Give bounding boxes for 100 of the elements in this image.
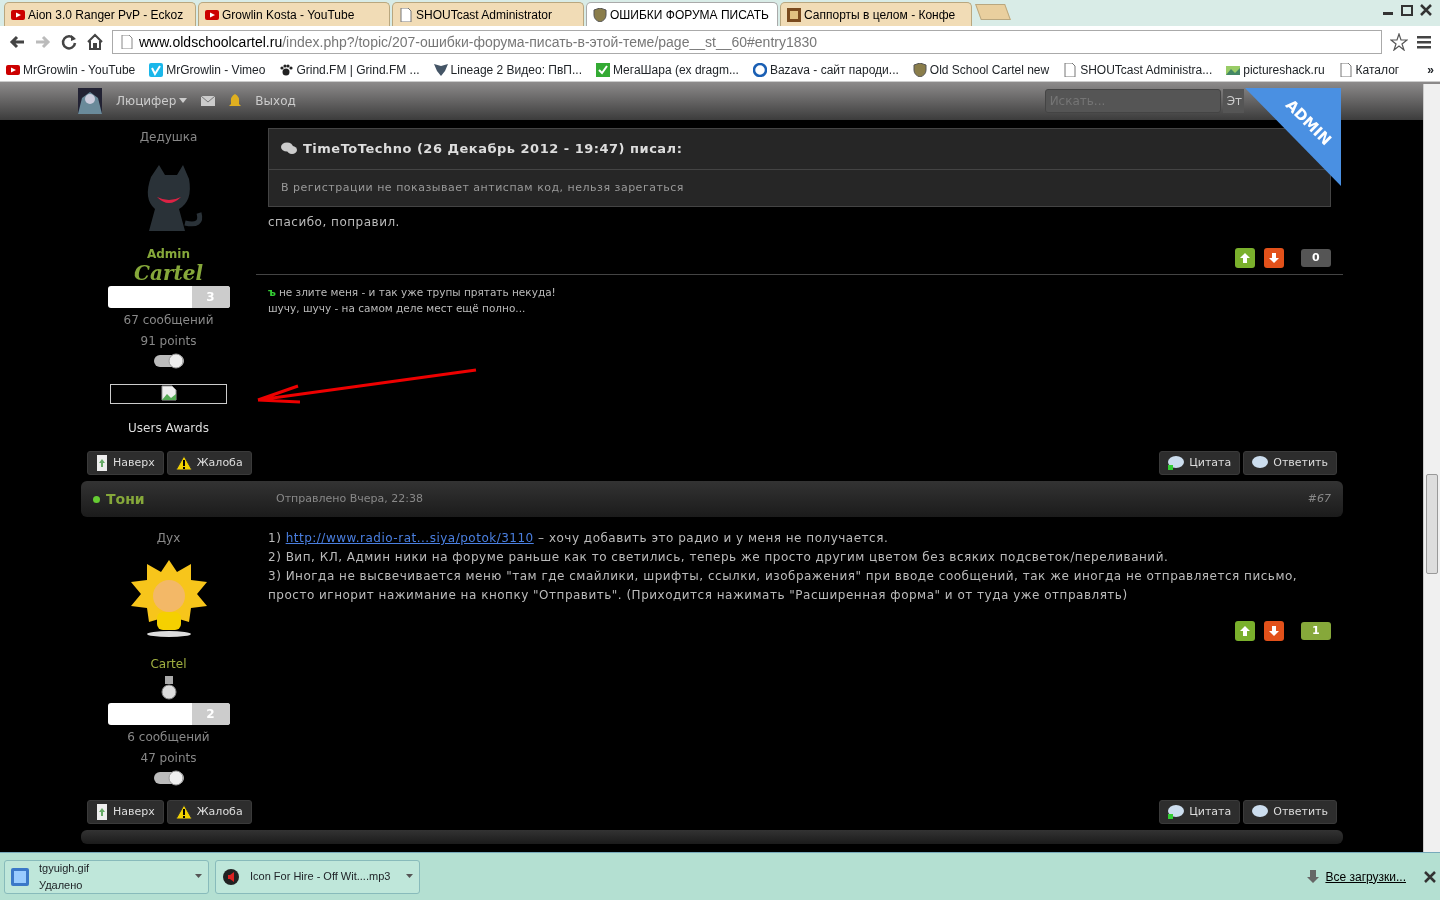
browser-tab[interactable]: ОШИБКИ ФОРУМА ПИСАТЬ xyxy=(586,2,778,26)
page-icon xyxy=(121,35,133,49)
down-arrow-icon xyxy=(1269,626,1279,636)
reply-button[interactable]: Ответить xyxy=(1243,800,1337,824)
browser-tab[interactable]: Aion 3.0 Ranger PvP - Eckoz xyxy=(4,2,196,26)
post-text: 2) Вип, КЛ, Админ ники на форуме раньше как то светились, теперь же просто другим цветом без всяких подсветок/переливаний. xyxy=(268,549,1170,566)
awards-label[interactable]: Users Awards xyxy=(128,419,209,437)
quote-button[interactable]: Цитата xyxy=(1159,800,1241,824)
report-button[interactable]: Жалоба xyxy=(166,451,252,475)
bookmark[interactable]: SHOUTcast Administra... xyxy=(1063,60,1213,79)
vote-up-button[interactable] xyxy=(1235,248,1255,268)
restore-icon[interactable] xyxy=(1399,2,1415,18)
points-count: 47 points xyxy=(140,750,197,767)
reload-icon[interactable] xyxy=(60,33,78,51)
file-name: Icon For Hire - Off Wit....mp3 xyxy=(250,869,392,885)
quote-text: В регистрации не показывает антиспам код, нельзя зарегаться xyxy=(280,179,685,196)
bookmark[interactable]: Grind.FM | Grind.FM ... xyxy=(279,60,420,79)
post-count: 6 сообщений xyxy=(127,729,210,746)
download-item[interactable]: tgyuigh.gif Удалено xyxy=(4,859,209,894)
bookmark[interactable]: MrGrowlin - YouTube xyxy=(6,60,136,79)
video-play-icon xyxy=(205,7,219,22)
user-menu[interactable]: Люцифер xyxy=(116,92,188,110)
bookmark[interactable]: Bazava - сайт пароди... xyxy=(752,60,899,79)
page-icon xyxy=(399,7,413,22)
signature-mark: ъ xyxy=(268,286,276,298)
more-bookmarks-button[interactable]: » xyxy=(1427,60,1434,79)
search-scope-button[interactable]: Эт xyxy=(1222,89,1244,113)
member-title: Дух xyxy=(156,530,181,547)
up-arrow-icon xyxy=(1240,253,1250,263)
caret-icon xyxy=(195,874,202,879)
home-icon[interactable] xyxy=(86,33,104,51)
page-icon xyxy=(1338,62,1353,77)
speech-bubbles-icon xyxy=(281,142,297,156)
report-button[interactable]: Жалоба xyxy=(166,800,252,824)
bookmark[interactable]: pictureshack.ru xyxy=(1226,60,1325,79)
back-arrow-icon[interactable] xyxy=(8,33,26,51)
close-icon[interactable] xyxy=(1424,870,1436,883)
member-title: Дедушка xyxy=(139,129,198,146)
reply-button[interactable]: Ответить xyxy=(1243,451,1337,475)
audio-file-icon xyxy=(222,867,240,886)
all-downloads-link[interactable]: Все загрузки... xyxy=(1325,867,1406,886)
video-play-icon xyxy=(11,7,25,22)
back-to-top-button[interactable]: Наверх xyxy=(87,451,164,475)
quote-button[interactable]: Цитата xyxy=(1159,451,1241,475)
medal-icon xyxy=(160,676,177,700)
speech-bubble-icon xyxy=(1168,456,1185,470)
bookmark[interactable]: МегаШара (ex dragm... xyxy=(595,60,739,79)
vote-down-button[interactable] xyxy=(1264,621,1284,641)
caret-icon xyxy=(179,98,188,104)
post-count: 67 сообщений xyxy=(123,312,214,329)
post-text: спасибо, поправил. xyxy=(268,214,401,231)
paw-icon xyxy=(279,62,294,77)
page-up-icon xyxy=(96,455,108,471)
page-icon xyxy=(1063,62,1078,77)
speech-bubble-icon xyxy=(1168,805,1185,819)
vote-down-button[interactable] xyxy=(1264,248,1284,268)
vote-up-button[interactable] xyxy=(1235,621,1255,641)
points-count: 91 points xyxy=(140,333,197,350)
group-name: Cartel xyxy=(150,656,187,673)
circle-logo-icon xyxy=(752,62,767,77)
warning-icon xyxy=(175,456,192,470)
square-logo-icon xyxy=(787,7,801,22)
file-name: tgyuigh.gif xyxy=(39,861,91,876)
mail-icon[interactable] xyxy=(201,96,216,106)
video-play-icon xyxy=(6,62,20,77)
author-name[interactable]: Тони xyxy=(106,488,276,510)
link[interactable]: http://www.radio-rat...siya/potok/3110 xyxy=(285,531,534,545)
v-logo-icon xyxy=(149,62,164,77)
broken-image-icon xyxy=(160,385,177,401)
scrollbar[interactable] xyxy=(1423,84,1440,852)
post-text: 3) Иногда не высвечивается меню "там где смайлики, шрифты, ссылки, изображения" при вводе сообщений, так же иногда не отправляется письмо, просто игнорит нажимание на кнопку "Отправить". (Приходится нажимать "Расширенная форма" и от туда уже отправлять) xyxy=(268,568,1299,604)
shield-icon xyxy=(912,62,927,77)
back-to-top-button[interactable]: Наверх xyxy=(87,800,164,824)
address-field[interactable]: www.oldschoolcartel.ru/index.php?/topic/207-ошибки-форума-писать-в-этой-теме/page__st__60#entry1830 xyxy=(112,30,1382,54)
checkmark-icon xyxy=(595,62,610,77)
post-number-link[interactable]: #67 xyxy=(1307,490,1331,508)
warning-icon xyxy=(175,805,192,819)
bell-icon[interactable] xyxy=(229,94,242,108)
post-date: Отправлено Вчера, 22:38 xyxy=(276,490,424,507)
close-icon[interactable] xyxy=(1418,2,1434,18)
bookmark[interactable]: MrGrowlin - Vimeo xyxy=(149,60,266,79)
browser-tab[interactable]: SHOUTcast Administrator xyxy=(392,2,584,26)
download-icon xyxy=(1307,869,1320,884)
bookmark[interactable]: Lineage 2 Видео: ПвП... xyxy=(433,60,582,79)
gif-file-icon xyxy=(11,867,29,886)
download-item[interactable]: Icon For Hire - Off Wit....mp3 xyxy=(215,859,420,894)
shield-icon xyxy=(593,7,607,22)
bookmark[interactable]: Old School Cartel new xyxy=(912,60,1050,79)
toggle-icon xyxy=(152,353,185,369)
browser-tab[interactable]: Growlin Kosta - YouTube xyxy=(198,2,390,26)
star-icon[interactable] xyxy=(1390,33,1408,51)
signature-text: ъ не злите меня - и так уже трупы прятать некуда! xyxy=(268,285,557,300)
menu-icon[interactable] xyxy=(1416,34,1432,50)
bookmark[interactable]: Каталог xyxy=(1338,60,1400,79)
logout-link[interactable]: Выход xyxy=(255,92,296,110)
quote-header: TimeToTechno (26 Декабрь 2012 - 19:47) писал: xyxy=(303,140,683,158)
browser-tab[interactable]: Саппорты в целом - Конфе xyxy=(780,2,972,26)
rank-title: Cartel xyxy=(134,263,203,283)
post-text: 1) http://www.radio-rat...siya/potok/3110 – хочу добавить это радио и у меня не получается. xyxy=(268,530,890,547)
toggle-icon xyxy=(152,770,185,786)
